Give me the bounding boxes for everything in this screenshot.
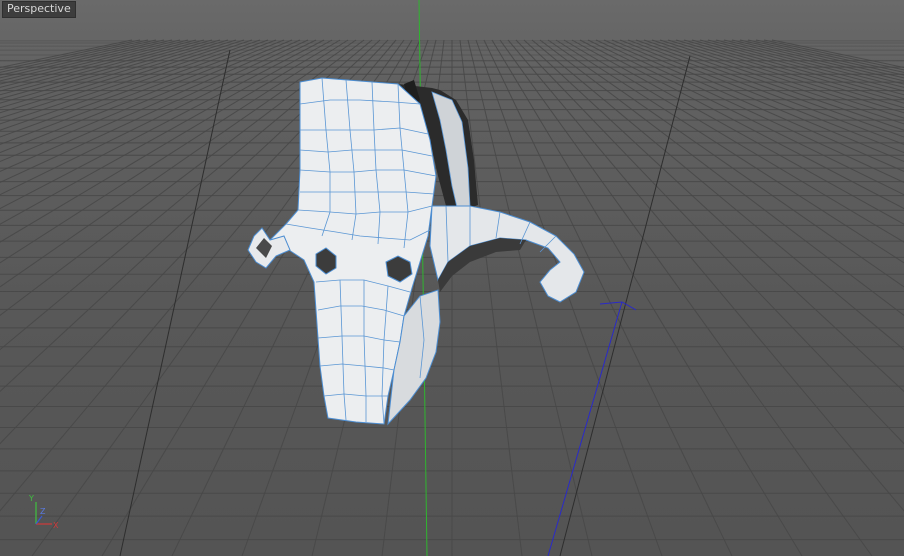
z-axis-arrow	[599, 301, 637, 311]
grid-line	[0, 39, 229, 109]
grid-line	[459, 39, 523, 556]
grid-line	[0, 39, 189, 88]
grid-line	[611, 39, 904, 163]
grid-line	[0, 39, 317, 196]
gizmo-x-label: X	[53, 521, 59, 530]
grid-line	[475, 39, 663, 556]
3d-scene[interactable]	[0, 0, 904, 556]
grid-line	[0, 39, 277, 145]
grid-line	[0, 39, 205, 96]
gizmo-y-label: Y	[28, 494, 34, 503]
grid-line	[699, 39, 904, 96]
grid-line	[683, 39, 904, 104]
polygon-mesh-object[interactable]	[247, 77, 585, 426]
grid-line	[587, 39, 904, 196]
axis-gizmo: Y Z X	[28, 494, 59, 530]
grid-line	[0, 39, 197, 92]
grid-line	[619, 39, 904, 154]
grid-line	[531, 39, 904, 351]
grid-line	[0, 39, 301, 172]
grid-line	[571, 39, 904, 225]
grid-line	[0, 39, 173, 82]
gizmo-z-label: Z	[40, 507, 46, 516]
grid-line	[0, 39, 325, 210]
grid-line	[603, 39, 904, 172]
grid-line	[0, 39, 261, 131]
grid-line	[0, 39, 293, 163]
grid-line	[715, 39, 904, 88]
grid-major-line	[119, 49, 231, 556]
grid-line	[507, 39, 904, 512]
viewport-label[interactable]: Perspective	[2, 1, 76, 18]
grid-line	[0, 39, 333, 225]
grid-line	[0, 39, 221, 104]
grid-line	[515, 39, 904, 445]
grid-line	[563, 39, 904, 243]
grid-line	[579, 39, 904, 210]
grid-line	[643, 39, 904, 131]
gizmo-z-line	[35, 515, 43, 525]
grid-line	[675, 39, 904, 109]
grid-line	[707, 39, 904, 92]
mesh-right-horn	[429, 205, 585, 303]
grid-line	[0, 39, 341, 243]
grid-line	[731, 39, 904, 82]
world-z-axis	[547, 301, 623, 556]
grid-line	[523, 39, 904, 393]
perspective-viewport[interactable]: Perspective Y Z X	[0, 0, 904, 556]
grid-line	[627, 39, 904, 145]
grid-line	[491, 39, 803, 556]
grid-line	[0, 39, 285, 154]
